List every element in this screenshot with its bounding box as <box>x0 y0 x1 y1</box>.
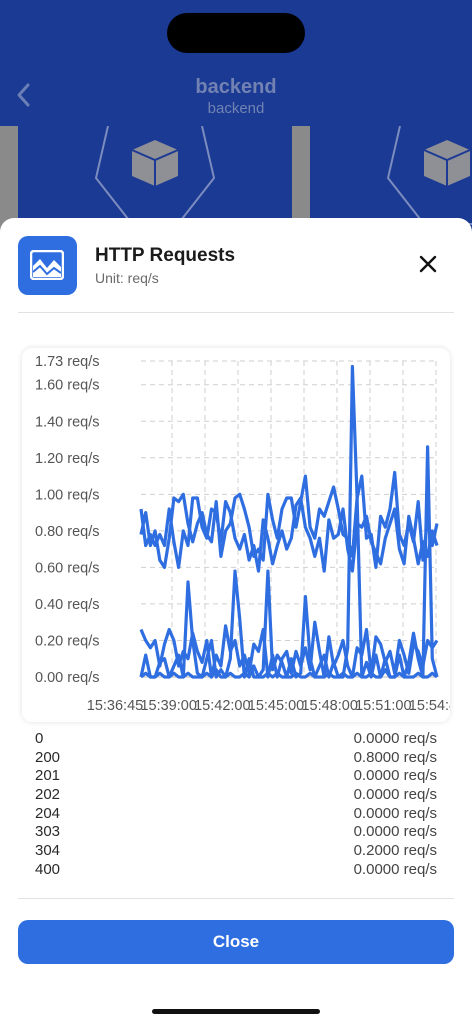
legend-row: 201 0.0000 req/s <box>35 767 437 786</box>
legend-row: 202 0.0000 req/s <box>35 786 437 805</box>
status-rate: 0.2000 req/s <box>353 842 437 860</box>
status-rate: 0.0000 req/s <box>353 860 437 878</box>
background-title: backend <box>195 76 277 98</box>
status-code: 0 <box>35 730 44 747</box>
y-tick-label: 1.40 req/s <box>35 414 100 430</box>
y-tick-label: 0.20 req/s <box>35 633 100 649</box>
close-icon-button[interactable] <box>414 250 442 278</box>
x-tick-label: 15:39:00 <box>140 698 196 714</box>
status-code: 202 <box>35 786 61 804</box>
header-divider <box>18 312 454 313</box>
y-tick-label: 0.60 req/s <box>35 560 100 576</box>
cube-icon <box>423 140 471 186</box>
status-code: 201 <box>35 767 61 785</box>
status-rate: 0.8000 req/s <box>353 748 437 766</box>
y-tick-label: 1.73 req/s <box>35 354 100 370</box>
x-tick-label: 15:45:00 <box>248 698 304 714</box>
sheet-title: HTTP Requests <box>95 245 236 266</box>
area-chart-icon <box>30 250 64 280</box>
status-code: 400 <box>35 860 61 878</box>
x-tick-label: 15:54:45 <box>409 698 450 714</box>
background-node-left[interactable] <box>94 126 216 226</box>
series-line <box>139 364 439 679</box>
chart-card: 1.73 req/s 1.60 req/s 1.40 req/s 1.20 req/s… <box>22 348 450 722</box>
close-button[interactable]: Close <box>18 920 454 964</box>
cube-icon <box>131 140 179 186</box>
line-chart: 1.73 req/s 1.60 req/s 1.40 req/s 1.20 req/s… <box>35 354 450 714</box>
status-code: 200 <box>35 748 61 766</box>
y-tick-label: 0.40 req/s <box>35 597 100 613</box>
home-indicator <box>152 1009 320 1014</box>
legend-row: 400 0.0000 req/s <box>35 861 437 880</box>
footer-divider <box>18 898 454 899</box>
y-tick-label: 0.80 req/s <box>35 524 100 540</box>
x-tick-label: 15:48:00 <box>301 698 357 714</box>
legend-row: 204 0.0000 req/s <box>35 805 437 824</box>
metric-icon-badge <box>18 236 77 295</box>
background-node-right[interactable] <box>386 126 472 226</box>
legend-list: 0 0.0000 req/s 200 0.8000 req/s 201 0.0000 re… <box>35 730 437 880</box>
status-rate: 0.0000 req/s <box>353 767 437 785</box>
status-code: 304 <box>35 842 61 860</box>
y-tick-label: 1.20 req/s <box>35 451 100 467</box>
background-subtitle: backend <box>207 100 265 117</box>
legend-row: 0 0.0000 req/s <box>35 730 437 749</box>
legend-row: 303 0.0000 req/s <box>35 823 437 842</box>
status-code: 204 <box>35 804 61 822</box>
y-tick-label: 1.60 req/s <box>35 378 100 394</box>
status-rate: 0.0000 req/s <box>353 730 437 747</box>
y-tick-label: 0.00 req/s <box>35 670 100 686</box>
sheet-unit: Unit: req/s <box>95 270 159 286</box>
x-tick-label: 15:42:00 <box>194 698 250 714</box>
status-rate: 0.0000 req/s <box>353 786 437 804</box>
legend-row: 304 0.2000 req/s <box>35 842 437 861</box>
close-icon <box>419 255 437 273</box>
status-rate: 0.0000 req/s <box>353 823 437 841</box>
x-tick-label: 15:51:00 <box>355 698 411 714</box>
x-tick-label: 15:36:45 <box>87 698 143 714</box>
metric-sheet: HTTP Requests Unit: req/s 1.73 req/s 1.60… <box>0 218 472 1024</box>
status-rate: 0.0000 req/s <box>353 804 437 822</box>
y-tick-label: 1.00 req/s <box>35 487 100 503</box>
status-code: 303 <box>35 823 61 841</box>
legend-row: 200 0.8000 req/s <box>35 749 437 768</box>
device-notch <box>167 13 305 53</box>
